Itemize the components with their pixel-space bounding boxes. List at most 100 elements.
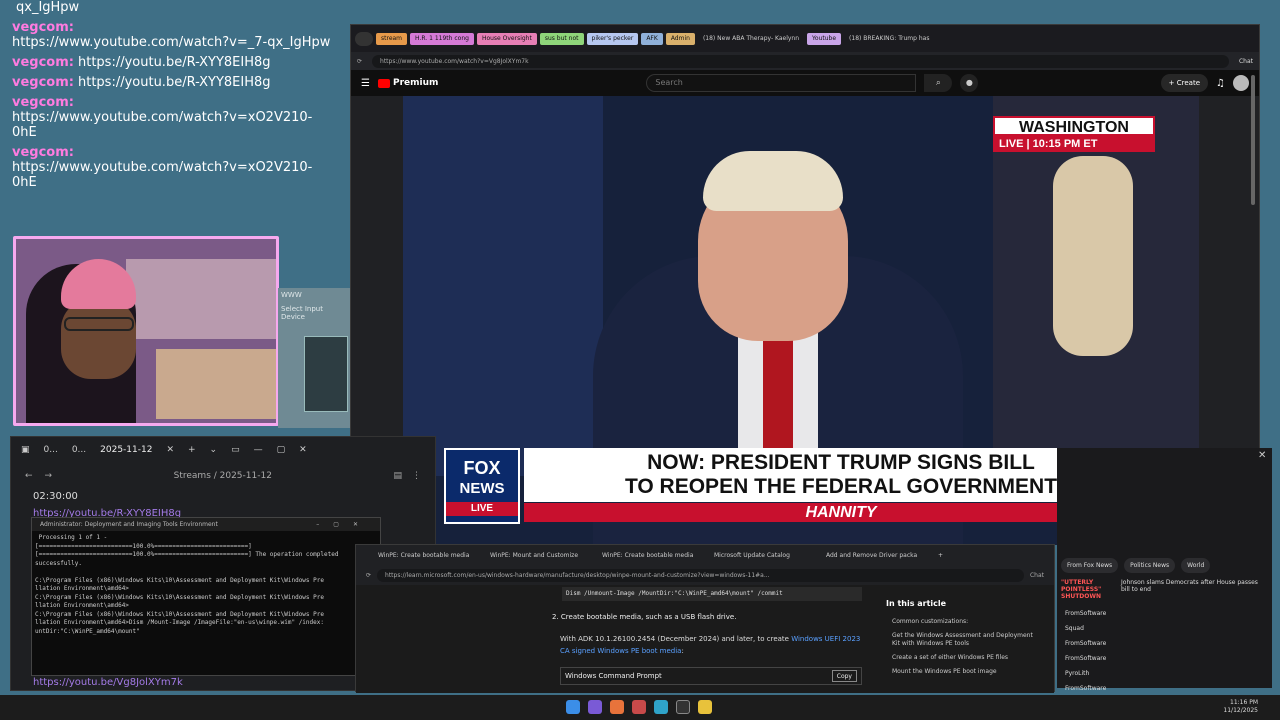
notes-tab[interactable]: 0... (44, 445, 58, 455)
edge-tab[interactable]: Microsoft Update Catalog (714, 552, 822, 559)
tab-group[interactable]: Admin (665, 32, 695, 45)
list-item[interactable]: FromSoftware (1065, 681, 1264, 696)
taskbar-icons (566, 700, 712, 714)
edge-tab[interactable]: WinPE: Create bootable media (378, 552, 486, 559)
create-button[interactable]: + Create (1160, 74, 1209, 92)
toc-item[interactable]: Mount the Windows PE boot image (886, 668, 1036, 676)
audio-graph (304, 336, 348, 412)
url-field[interactable]: https://www.youtube.com/watch?v=Vg8JolXY… (372, 54, 1229, 68)
folder-icon[interactable] (698, 700, 712, 714)
tab-group[interactable]: piker's pecker (586, 32, 639, 45)
search-icon[interactable]: ⌕ (924, 74, 953, 92)
doc-content: Dism /Unmount-Image /MountDir:"C:\WinPE_… (356, 585, 1054, 693)
scrollbar[interactable] (1251, 75, 1255, 205)
tab-close-icon[interactable]: ✕ (166, 445, 174, 455)
tab-group[interactable]: stream (376, 32, 408, 45)
reload-icon[interactable]: ⟳ (357, 58, 362, 65)
mic-icon[interactable]: ● (960, 74, 979, 92)
live-time: LIVE | 10:15 PM ET (993, 136, 1155, 152)
tab-group[interactable]: AFK (641, 32, 663, 45)
youtube-logo[interactable]: Premium (377, 78, 438, 88)
menu-icon[interactable]: ☰ (361, 78, 370, 89)
notes-tab[interactable]: 0... (72, 445, 86, 455)
note-timestamp: 02:30:00 (33, 491, 78, 502)
edge-tab[interactable]: WinPE: Mount and Customize (490, 552, 598, 559)
list-item[interactable]: FromSoftware (1065, 636, 1264, 651)
list-item[interactable]: PyroLith (1065, 666, 1264, 681)
audio-app-window: WWW Select Input Device INTELLI (278, 288, 350, 428)
clock-date: 11/12/2025 (1223, 707, 1258, 714)
system-clock[interactable]: 11:16 PM 11/12/2025 (1223, 699, 1258, 715)
window-controls[interactable]: –▢✕ (316, 518, 380, 531)
forward-icon[interactable]: → (45, 471, 53, 481)
app-icon[interactable] (588, 700, 602, 714)
chat-text: https://www.youtube.com/watch?v=xO2V210-… (12, 160, 313, 190)
chip-fox-news[interactable]: From Fox News (1061, 558, 1119, 573)
list-item[interactable]: FromSoftware (1065, 606, 1264, 621)
youtube-play-icon (377, 78, 390, 88)
avatar[interactable] (1233, 75, 1249, 91)
chat-button[interactable]: Chat (1239, 58, 1253, 65)
list-item[interactable]: FromSoftware (1065, 651, 1264, 666)
start-icon[interactable] (566, 700, 580, 714)
browser-icon[interactable] (610, 700, 624, 714)
chip-politics[interactable]: Politics News (1124, 558, 1176, 573)
taskbar: 11:16 PM 11/12/2025 (0, 695, 1280, 720)
tab-group[interactable]: sus but not (539, 32, 584, 45)
recommended-video[interactable]: "UTTERLY POINTLESS" SHUTDOWN Johnson sla… (1057, 577, 1272, 602)
toc-item[interactable]: Get the Windows Assessment and Deploymen… (886, 632, 1036, 648)
tab-active[interactable]: (18) BREAKING: Trump has (844, 33, 934, 45)
para-text: With ADK 10.1.26100.2454 (December 2024)… (560, 635, 792, 643)
chat-message: vegcom: https://www.youtube.com/watch?v=x… (12, 145, 333, 190)
minimize-icon[interactable]: — (254, 445, 263, 455)
profile-icon[interactable] (355, 31, 373, 46)
tab-group[interactable]: Youtube (807, 32, 842, 45)
code-block-title: Windows Command Prompt (565, 672, 662, 680)
app-icon[interactable] (632, 700, 646, 714)
breadcrumb: Streams / 2025-11-12 (173, 471, 272, 481)
edge-icon[interactable] (654, 700, 668, 714)
edge-tab-strip: WinPE: Create bootable media WinPE: Moun… (356, 545, 1054, 566)
location-city: WASHINGTON (993, 116, 1155, 136)
note-link[interactable]: https://youtu.be/Vg8JolXYm7k (33, 677, 183, 688)
tab-group[interactable]: House Oversight (476, 32, 537, 45)
terminal-icon[interactable] (676, 700, 690, 714)
notes-tab-active[interactable]: 2025-11-12 (100, 445, 152, 455)
chip-world[interactable]: World (1181, 558, 1211, 573)
reload-icon[interactable]: ⟳ (366, 572, 371, 579)
webcam-feed (13, 236, 279, 426)
edge-address-bar: ⟳ https://learn.microsoft.com/en-us/wind… (356, 566, 1054, 584)
tab-group[interactable]: H.R. 1 119th cong (410, 32, 474, 45)
toc-heading: In this article (886, 599, 947, 608)
url-field[interactable]: https://learn.microsoft.com/en-us/window… (377, 568, 1024, 582)
edge-tab[interactable]: Add and Remove Driver packa (826, 552, 934, 559)
youtube-header: ☰ Premium Search ⌕ ● + Create ♫ (351, 70, 1259, 96)
cmd-titlebar: Administrator: Deployment and Imaging To… (32, 518, 380, 531)
new-tab-icon[interactable]: + (188, 445, 196, 455)
tab[interactable]: (18) New ABA Therapy- Kaelynn (698, 33, 804, 45)
maximize-icon[interactable]: ▢ (277, 445, 286, 455)
cmd-title: Administrator: Deployment and Imaging To… (40, 521, 218, 528)
search-input[interactable]: Search (646, 74, 917, 92)
cmd-output[interactable]: Processing 1 of 1 - [===================… (32, 531, 380, 676)
toc-item[interactable]: Common customizations: (886, 618, 1036, 626)
back-icon[interactable]: ← (25, 471, 33, 481)
close-icon[interactable]: ✕ (1258, 450, 1266, 461)
window-close-icon[interactable]: ✕ (299, 445, 307, 455)
address-bar: ⟳ https://www.youtube.com/watch?v=Vg8Jol… (351, 52, 1259, 70)
layout-icon[interactable]: ▭ (231, 445, 240, 455)
toc-item[interactable]: Create a set of either Windows PE files (886, 654, 1036, 662)
sidebar-toggle-icon[interactable]: ▣ (21, 445, 30, 455)
new-tab-icon[interactable]: + (938, 552, 943, 559)
edge-tab[interactable]: WinPE: Create bootable media (602, 552, 710, 559)
chevron-down-icon[interactable]: ⌄ (210, 445, 218, 455)
more-icon[interactable]: ⋮ (412, 471, 421, 481)
reading-mode-icon[interactable]: ▤ (393, 471, 402, 481)
chat-text: https://youtu.be/R-XYY8EIH8g (77, 75, 271, 90)
list-item[interactable]: Squad (1065, 621, 1264, 636)
clock-time: 11:16 PM (1230, 699, 1258, 706)
chat-button[interactable]: Chat (1030, 572, 1044, 579)
copy-button[interactable]: Copy (831, 670, 857, 682)
bell-icon[interactable]: ♫ (1216, 78, 1225, 89)
audio-app-title: WWW (281, 291, 302, 299)
